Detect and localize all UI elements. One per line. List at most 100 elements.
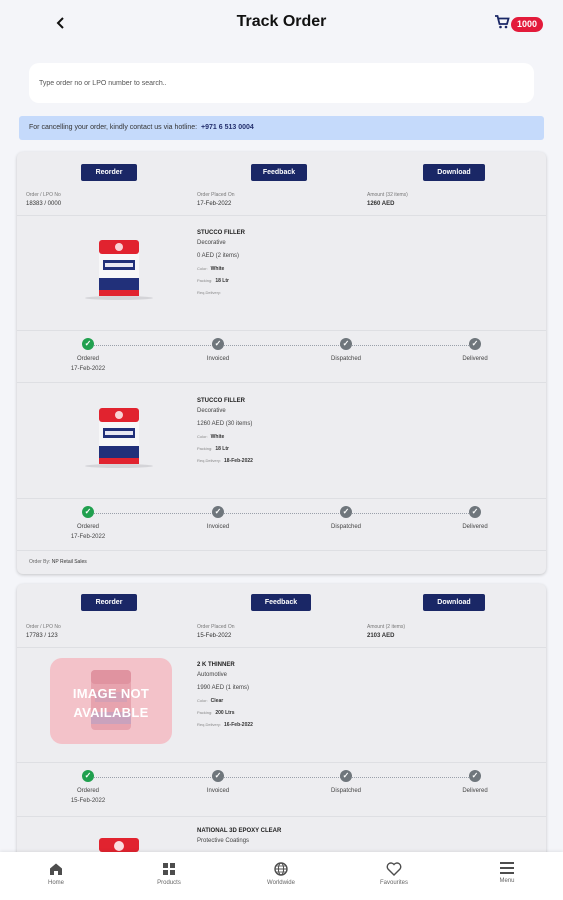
search-box	[29, 63, 534, 103]
order-amount: 1260 AED	[367, 201, 395, 207]
product-packing: Packing: 200 Ltrs	[197, 710, 235, 716]
check-icon: ✓	[82, 338, 94, 350]
check-icon: ✓	[340, 506, 352, 518]
order-tracker: ✓ Ordered 15-Feb-2022 ✓ Invoiced ✓ Dispa…	[17, 766, 546, 810]
req-delivery-value: 16-Feb-2022	[224, 722, 253, 728]
cart-count-badge: 1000	[511, 17, 544, 32]
reorder-button[interactable]: Reorder	[81, 594, 137, 611]
step-label: Invoiced	[206, 524, 230, 530]
step-date: 17-Feb-2022	[70, 534, 106, 540]
product-color: Color: Clear	[197, 698, 223, 704]
nav-menu[interactable]: Menu	[467, 862, 547, 884]
download-button[interactable]: Download	[423, 164, 485, 181]
check-icon: ✓	[469, 506, 481, 518]
tracker-line	[89, 513, 477, 514]
step-label: Invoiced	[206, 356, 230, 362]
image-not-available-text: IMAGE NOT AVAILABLE	[72, 686, 150, 720]
step-date: 15-Feb-2022	[70, 798, 106, 804]
packing-label: Packing:	[197, 710, 213, 715]
step-delivered: ✓ Delivered	[435, 770, 515, 794]
nav-label: Favourites	[379, 880, 408, 886]
order-by-value: NP Retail Sales	[51, 559, 87, 565]
product-name: STUCCO FILLER	[197, 398, 245, 404]
divider	[17, 498, 546, 499]
check-icon: ✓	[82, 770, 94, 782]
grid-icon	[163, 863, 175, 875]
step-delivered: ✓ Delivered	[435, 338, 515, 362]
nav-home[interactable]: Home	[16, 862, 96, 886]
nav-label: Home	[47, 880, 64, 886]
color-label: Color:	[197, 434, 208, 439]
req-delivery-value: 18-Feb-2022	[224, 458, 253, 464]
divider	[17, 382, 546, 383]
product-req-delivery: Req.Delivery:	[197, 290, 224, 296]
req-delivery-label: Req.Delivery:	[197, 722, 222, 727]
nav-worldwide[interactable]: Worldwide	[241, 862, 321, 886]
order-no: 18383 / 0000	[26, 201, 62, 207]
divider	[17, 215, 546, 216]
product-name: NATIONAL 3D EPOXY CLEAR	[197, 828, 282, 834]
order-amount-label: Amount (32 items)	[367, 192, 408, 198]
step-ordered: ✓ Ordered 17-Feb-2022	[48, 506, 128, 540]
step-label: Delivered	[462, 524, 488, 530]
check-icon: ✓	[340, 770, 352, 782]
packing-value: 18 Ltr	[215, 278, 229, 284]
req-delivery-label: Req.Delivery:	[197, 458, 222, 463]
order-tracker: ✓ Ordered 17-Feb-2022 ✓ Invoiced ✓ Dispa…	[17, 334, 546, 378]
check-icon: ✓	[469, 338, 481, 350]
product-category: Decorative	[197, 408, 226, 414]
step-ordered: ✓ Ordered 15-Feb-2022	[48, 770, 128, 804]
nav-favourites[interactable]: Favourites	[354, 862, 434, 886]
check-icon: ✓	[82, 506, 94, 518]
step-date: 17-Feb-2022	[70, 366, 106, 372]
order-no: 17783 / 123	[26, 633, 58, 639]
step-label: Ordered	[76, 524, 99, 530]
req-delivery-label: Req.Delivery:	[197, 290, 222, 295]
download-button[interactable]: Download	[423, 594, 485, 611]
step-invoiced: ✓ Invoiced	[178, 770, 258, 794]
reorder-button[interactable]: Reorder	[81, 164, 137, 181]
product-image	[85, 240, 153, 300]
product-image	[85, 408, 153, 468]
product-name: STUCCO FILLER	[197, 230, 245, 236]
cancel-notice: For cancelling your order, kindly contac…	[19, 116, 544, 140]
order-tracker: ✓ Ordered 17-Feb-2022 ✓ Invoiced ✓ Dispa…	[17, 502, 546, 546]
step-label: Dispatched	[330, 524, 362, 530]
product-color: Color: White	[197, 434, 224, 440]
search-input[interactable]	[29, 63, 534, 103]
order-card: Reorder Feedback Download Order / LPO No…	[17, 152, 546, 574]
step-label: Invoiced	[206, 788, 230, 794]
nav-products[interactable]: Products	[129, 862, 209, 886]
feedback-button[interactable]: Feedback	[251, 594, 311, 611]
globe-icon	[274, 862, 288, 876]
divider	[17, 647, 546, 648]
tracker-line	[89, 777, 477, 778]
step-label: Delivered	[462, 356, 488, 362]
heart-icon	[386, 862, 402, 876]
color-value: White	[210, 266, 225, 272]
step-dispatched: ✓ Dispatched	[306, 770, 386, 794]
step-dispatched: ✓ Dispatched	[306, 506, 386, 530]
step-delivered: ✓ Delivered	[435, 506, 515, 530]
order-amount-label: Amount (2 items)	[367, 624, 406, 630]
app-header: Track Order 1000	[0, 0, 563, 50]
color-label: Color:	[197, 266, 208, 271]
product-req-delivery: Req.Delivery: 18-Feb-2022	[197, 458, 253, 464]
bottom-nav: Home Products Worldwide Favourites Menu	[0, 852, 563, 900]
cart-button[interactable]: 1000	[494, 14, 546, 36]
product-amount: 0 AED (2 items)	[197, 253, 240, 259]
tracker-line	[89, 345, 477, 346]
menu-icon	[500, 862, 514, 874]
hotline-link[interactable]: +971 6 513 0004	[201, 124, 254, 131]
order-placed-date: 15-Feb-2022	[197, 633, 232, 639]
divider	[17, 550, 546, 551]
order-no-label: Order / LPO No	[26, 192, 61, 198]
product-category: Automotive	[197, 672, 228, 678]
product-name: 2 K THINNER	[197, 662, 235, 668]
step-label: Ordered	[76, 788, 99, 794]
nav-label: Products	[157, 880, 181, 886]
check-icon: ✓	[212, 506, 224, 518]
step-label: Ordered	[76, 356, 99, 362]
feedback-button[interactable]: Feedback	[251, 164, 307, 181]
order-by-label: Order By:	[29, 559, 51, 565]
